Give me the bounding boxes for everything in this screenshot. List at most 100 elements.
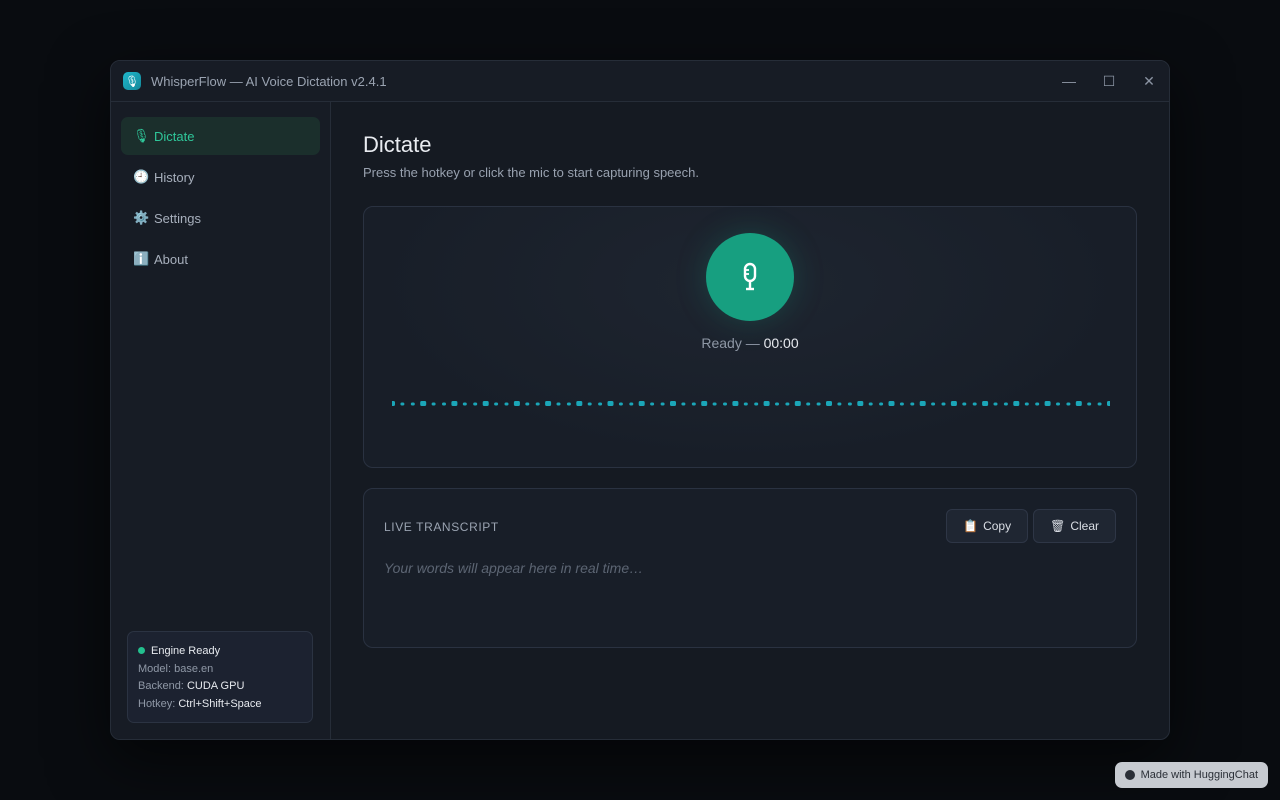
- waveform-bar: [660, 402, 665, 406]
- waveform-bar: [650, 402, 655, 406]
- waveform-bar: [763, 401, 770, 406]
- gear-icon: ⚙️: [133, 210, 150, 225]
- waveform-bar: [1003, 402, 1008, 406]
- copy-label: Copy: [983, 519, 1012, 533]
- backend-value: CUDA GPU: [186, 680, 245, 692]
- minimize-button[interactable]: —: [1049, 61, 1089, 101]
- waveform-bar: [816, 402, 821, 406]
- waveform-bar: [618, 402, 623, 406]
- waveform-bar: [513, 401, 520, 406]
- waveform-bar: [910, 402, 915, 406]
- recording-status: Ready — 00:00: [364, 335, 1136, 351]
- microphone-icon: [743, 262, 757, 291]
- sidebar-item-label: Settings: [154, 210, 201, 226]
- badge-label: Made with HuggingChat: [1140, 769, 1258, 781]
- transcript-actions: 📋 Copy 🗑 Clear: [946, 509, 1116, 543]
- waveform-bar: [400, 402, 405, 406]
- waveform-bar: [1013, 401, 1020, 406]
- hotkey-value: Ctrl+Shift+Space: [178, 697, 262, 710]
- close-icon: ✕: [1143, 72, 1155, 89]
- waveform-bar: [1044, 401, 1051, 406]
- waveform-bar: [993, 402, 998, 406]
- waveform-bar: [638, 401, 645, 406]
- waveform-bar: [1024, 402, 1029, 406]
- maximize-button[interactable]: ☐: [1089, 61, 1129, 101]
- waveform-bar: [410, 402, 415, 406]
- record-button[interactable]: [706, 233, 794, 321]
- waveform-bar: [504, 402, 509, 406]
- page-subtitle: Press the hotkey or click the mic to sta…: [363, 165, 699, 180]
- backend-label: Backend:: [138, 680, 184, 692]
- main-content: Dictate Press the hotkey or click the mi…: [331, 102, 1169, 739]
- waveform-bar: [420, 401, 427, 406]
- status-dot-icon: [138, 647, 145, 654]
- waveform-bar: [888, 401, 895, 406]
- waveform-bar: [535, 402, 540, 406]
- sidebar-nav: 🎙 Dictate 🕘 History ⚙️ Settings ℹ️ About: [111, 102, 330, 278]
- waveform-bar: [712, 402, 717, 406]
- waveform-bar: [701, 401, 708, 406]
- model-value: base.en: [174, 662, 214, 675]
- info-icon: ℹ️: [133, 251, 150, 266]
- waveform-bar: [587, 402, 592, 406]
- waveform-bar: [899, 402, 904, 406]
- microphone-icon: 🎙: [123, 72, 141, 90]
- clear-button[interactable]: 🗑 Clear: [1033, 509, 1116, 543]
- model-label: Model:: [138, 662, 172, 675]
- waveform-bar: [442, 402, 446, 406]
- huggingchat-icon: [1124, 770, 1135, 780]
- sidebar-item-settings[interactable]: ⚙️ Settings: [121, 199, 320, 237]
- copy-button[interactable]: 📋 Copy: [946, 509, 1029, 543]
- transcript-label: LIVE TRANSCRIPT: [384, 520, 499, 534]
- waveform-bar: [1075, 401, 1082, 406]
- status-separator: —: [741, 335, 764, 351]
- waveform-bar: [972, 402, 977, 406]
- waveform-bar: [794, 401, 801, 406]
- audio-waveform: [392, 401, 1110, 406]
- close-button[interactable]: ✕: [1129, 61, 1169, 101]
- engine-status-title: Engine Ready: [151, 645, 221, 657]
- hotkey-row: Hotkey: Ctrl+Shift+Space: [138, 696, 302, 714]
- waveform-bar: [1035, 402, 1040, 406]
- waveform-bar: [826, 401, 832, 406]
- sidebar-item-about[interactable]: ℹ️ About: [121, 240, 320, 278]
- waveform-bar: [566, 402, 571, 406]
- waveform-bar: [941, 402, 946, 406]
- waveform-bar: [607, 401, 614, 406]
- waveform-bar: [879, 402, 884, 406]
- waveform-bar: [1107, 401, 1110, 406]
- waveform-bar: [723, 402, 727, 406]
- waveform-bar: [482, 401, 489, 406]
- window-controls: — ☐ ✕: [1049, 61, 1169, 101]
- recording-timer: 00:00: [763, 335, 799, 351]
- waveform-bar: [525, 402, 530, 406]
- recording-state: Ready: [701, 335, 742, 351]
- clock-icon: 🕘: [133, 169, 150, 184]
- waveform-bar: [462, 402, 467, 406]
- sidebar-item-label: Dictate: [154, 128, 195, 144]
- clipboard-icon: 📋: [963, 519, 979, 533]
- waveform-bar: [775, 402, 779, 406]
- sidebar-item-dictate[interactable]: 🎙 Dictate: [121, 117, 320, 155]
- waveform-bar: [431, 402, 436, 406]
- waveform-bar: [732, 401, 739, 406]
- waveform-bar: [556, 402, 561, 406]
- waveform-bar: [598, 402, 603, 406]
- recorder-panel: Ready — 00:00: [363, 206, 1137, 468]
- made-with-badge[interactable]: Made with HuggingChat: [1114, 762, 1268, 788]
- trash-icon: 🗑: [1050, 519, 1066, 533]
- sidebar-item-history[interactable]: 🕘 History: [121, 158, 320, 196]
- microphone-icon: 🎙: [133, 128, 150, 143]
- model-row: Model: base.en: [138, 661, 302, 679]
- waveform-bar: [494, 402, 499, 406]
- waveform-bar: [743, 402, 748, 406]
- waveform-bar: [962, 402, 967, 406]
- waveform-bar: [857, 401, 864, 406]
- window-title: WhisperFlow — AI Voice Dictation v2.4.1: [151, 73, 387, 89]
- waveform-bar: [847, 402, 852, 406]
- sidebar-item-label: History: [154, 169, 195, 185]
- transcript-text[interactable]: Your words will appear here in real time…: [384, 560, 643, 576]
- sidebar: 🎙 Dictate 🕘 History ⚙️ Settings ℹ️ About…: [111, 102, 331, 739]
- title-bar[interactable]: 🎙 WhisperFlow — AI Voice Dictation v2.4.…: [111, 61, 1169, 102]
- hotkey-label: Hotkey:: [138, 697, 176, 710]
